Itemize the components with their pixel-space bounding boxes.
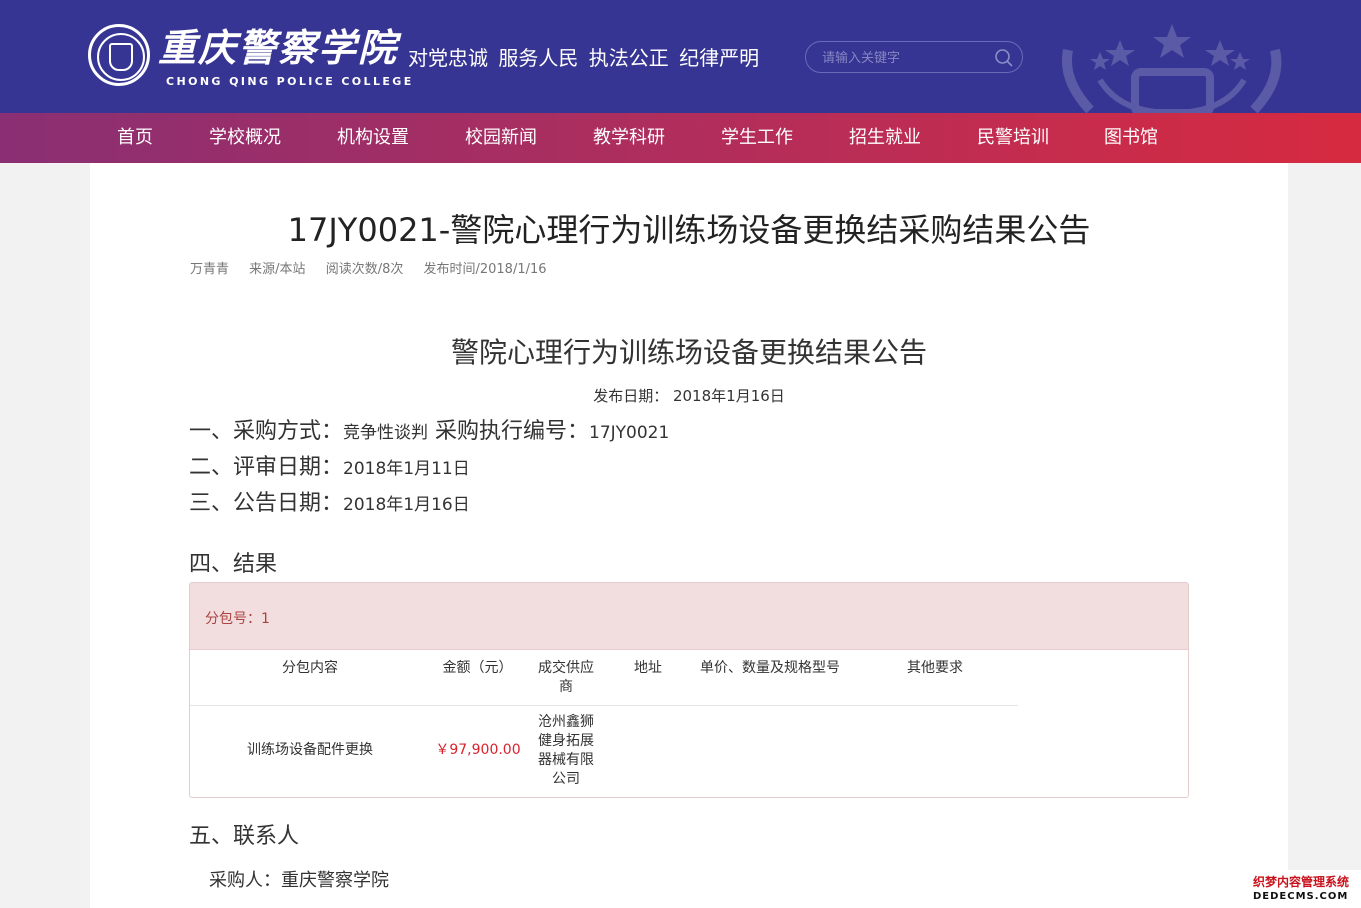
article-title: 17JY0021-警院心理行为训练场设备更换结采购结果公告 — [287, 211, 1091, 249]
execution-code-value: 17JY0021 — [589, 423, 670, 443]
section-3-label: 三、公告日期： — [189, 491, 344, 516]
announce-date-value: 2018年1月16日 — [343, 495, 470, 515]
publish-date: 发布日期： 2018年1月16日 — [593, 387, 785, 405]
nav-item-departments[interactable]: 机构设置 — [337, 113, 409, 163]
article-meta: 万青青 来源/本站 阅读次数/8次 发布时间/2018/1/16 — [190, 258, 563, 277]
package-number: 分包号：1 — [205, 611, 270, 627]
section-announce-date: 三、公告日期：2018年1月16日 — [189, 485, 470, 517]
watermark-line-2: DEDECMS.COM — [1253, 891, 1349, 902]
article-container: 17JY0021-警院心理行为训练场设备更换结采购结果公告 万青青 来源/本站 … — [90, 163, 1288, 908]
dedecms-watermark: 织梦内容管理系统 DEDECMS.COM — [1249, 870, 1361, 908]
table-header-other: 其他要求 — [907, 660, 963, 676]
section-2-label: 二、评审日期： — [189, 455, 344, 480]
meta-date: 发布时间/2018/1/16 — [423, 262, 547, 277]
nav-item-home[interactable]: 首页 — [117, 113, 153, 163]
nav-item-library[interactable]: 图书馆 — [1104, 113, 1158, 163]
execution-code-label: 采购执行编号： — [428, 419, 590, 444]
review-date-value: 2018年1月11日 — [343, 459, 470, 479]
search-icon[interactable] — [994, 48, 1014, 68]
section-review-date: 二、评审日期：2018年1月11日 — [189, 449, 470, 481]
table-row-divider — [190, 705, 1018, 706]
main-nav: 首页 学校概况 机构设置 校园新闻 教学科研 学生工作 招生就业 民警培训 图书… — [0, 113, 1361, 163]
section-5-label: 五、联系人 — [189, 824, 300, 849]
result-panel-header: 分包号：1 — [190, 583, 1188, 650]
college-emblem-icon[interactable] — [88, 24, 150, 86]
section-4-label: 四、结果 — [189, 552, 278, 577]
meta-author: 万青青 — [190, 262, 230, 277]
site-header: 重庆警察学院 CHONG QING POLICE COLLEGE 对党忠诚 服务… — [0, 0, 1361, 113]
contact-purchaser: 采购人：重庆警察学院 — [209, 870, 389, 891]
logo-text[interactable]: 重庆警察学院 — [158, 26, 398, 70]
police-badge-watermark-icon — [1062, 24, 1282, 113]
logo-en-text: CHONG QING POLICE COLLEGE — [166, 75, 414, 88]
article-sub-title: 警院心理行为训练场设备更换结果公告 — [450, 336, 927, 369]
nav-item-news[interactable]: 校园新闻 — [465, 113, 537, 163]
slogan: 对党忠诚 服务人民 执法公正 纪律严明 — [408, 46, 760, 70]
cell-amount: ￥97,900.00 — [435, 742, 521, 758]
nav-item-about[interactable]: 学校概况 — [209, 113, 281, 163]
search-box — [805, 41, 1023, 73]
table-header-address: 地址 — [634, 660, 662, 676]
meta-source: 来源/本站 — [249, 262, 306, 277]
watermark-line-1: 织梦内容管理系统 — [1253, 875, 1350, 889]
cell-supplier: 沧州鑫狮健身拓展器械有限公司 — [538, 714, 594, 787]
table-header-amount: 金额（元） — [442, 660, 513, 676]
result-panel: 分包号：1 分包内容 金额（元） 成交供应商 地址 单价、数量及规格型号 其他要… — [189, 582, 1189, 798]
nav-item-students[interactable]: 学生工作 — [721, 113, 793, 163]
nav-item-research[interactable]: 教学科研 — [593, 113, 665, 163]
nav-item-training[interactable]: 民警培训 — [977, 113, 1049, 163]
cell-package-content: 训练场设备配件更换 — [247, 742, 373, 758]
table-header-spec: 单价、数量及规格型号 — [700, 660, 840, 676]
meta-views: 阅读次数/8次 — [325, 262, 404, 277]
section-procurement-method: 一、采购方式：竞争性谈判 采购执行编号：17JY0021 — [189, 413, 669, 445]
table-header-supplier: 成交供应商 — [538, 660, 594, 695]
procurement-method-value: 竞争性谈判 — [343, 423, 429, 443]
table-header-content: 分包内容 — [282, 660, 338, 676]
nav-item-admissions[interactable]: 招生就业 — [849, 113, 921, 163]
search-input[interactable] — [822, 48, 992, 68]
section-1-label: 一、采购方式： — [189, 419, 344, 444]
